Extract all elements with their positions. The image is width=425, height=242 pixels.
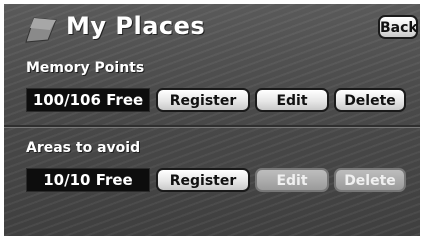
areas-to-avoid-label: Areas to avoid (26, 140, 141, 156)
memory-points-label: Memory Points (26, 60, 145, 76)
memory-points-edit-button[interactable]: Edit (255, 88, 329, 112)
areas-to-avoid-delete-button[interactable]: Delete (334, 168, 406, 192)
areas-to-avoid-edit-button[interactable]: Edit (255, 168, 329, 192)
memory-points-count: 100/106 Free (26, 88, 150, 112)
back-button[interactable]: Back (378, 15, 418, 39)
memory-points-register-button[interactable]: Register (156, 88, 250, 112)
section-divider (4, 125, 420, 128)
areas-to-avoid-count: 10/10 Free (26, 168, 150, 192)
areas-to-avoid-register-button[interactable]: Register (156, 168, 250, 192)
my-places-screen: My Places Back Memory Points 100/106 Fre… (4, 4, 420, 236)
page-title: My Places (66, 12, 206, 40)
memory-points-delete-button[interactable]: Delete (334, 88, 406, 112)
flag-icon (25, 17, 57, 43)
